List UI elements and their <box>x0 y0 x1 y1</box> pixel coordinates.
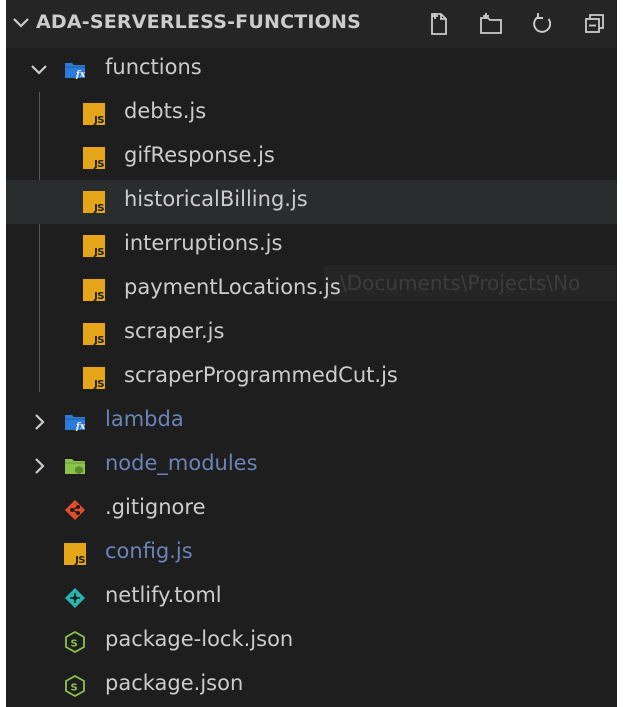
explorer-panel: ADA-SERVERLESS-FUNCTIONS fx functions JS… <box>6 0 617 707</box>
tree-item-label: package-lock.json <box>105 627 294 651</box>
tree-item-scraper-js[interactable]: JS scraper.js <box>6 312 617 356</box>
tree-item-label: functions <box>105 55 202 79</box>
tree-item-package-json[interactable]: S package.json <box>6 664 617 707</box>
tree-item-label: netlify.toml <box>105 583 222 607</box>
js-file-icon: JS <box>83 103 105 126</box>
netlify-icon <box>65 588 85 608</box>
tree-item-label: lambda <box>105 407 184 431</box>
tree-item-label: interruptions.js <box>124 231 283 255</box>
tree-item-gifresponse-js[interactable]: JS gifResponse.js <box>6 136 617 180</box>
refresh-icon <box>533 13 552 33</box>
js-file-icon: JS <box>83 147 105 170</box>
tree-item-label: .gitignore <box>105 495 206 519</box>
chevron-down-icon[interactable] <box>28 59 50 81</box>
svg-text:S: S <box>71 683 78 694</box>
tree-item-paymentlocations-js[interactable]: JS paymentLocations.js <box>6 268 341 312</box>
node-modules-folder-icon <box>65 459 85 474</box>
new-file-icon <box>431 13 447 35</box>
tree-item-label: node_modules <box>105 451 258 475</box>
explorer-header[interactable]: ADA-SERVERLESS-FUNCTIONS <box>6 0 617 48</box>
tree-item-package-lock-json[interactable]: S package-lock.json <box>6 620 617 664</box>
tree-item-netlify-toml[interactable]: netlify.toml <box>6 576 617 620</box>
functions-folder-icon: fx <box>65 63 86 80</box>
explorer-actions <box>423 7 617 41</box>
tree-item-label: scraper.js <box>124 319 225 343</box>
tree-item-label: config.js <box>105 539 193 563</box>
chevron-right-icon[interactable] <box>28 455 50 477</box>
js-file-icon: JS <box>83 279 105 302</box>
tree-item-lambda[interactable]: fx lambda <box>6 400 617 444</box>
js-file-icon: JS <box>83 191 105 214</box>
tree-item-config-js[interactable]: JS config.js <box>6 532 617 576</box>
svg-text:S: S <box>71 639 78 650</box>
new-file-button[interactable] <box>423 7 455 41</box>
collapse-all-icon <box>585 14 604 33</box>
tree-item-debts-js[interactable]: JS debts.js <box>6 92 617 136</box>
refresh-button[interactable] <box>527 7 559 41</box>
tree-item-scraperprogrammedcut-js[interactable]: JS scraperProgrammedCut.js <box>6 356 617 400</box>
svg-text:fx: fx <box>75 422 86 432</box>
collapse-all-button[interactable] <box>579 7 611 41</box>
new-folder-icon <box>480 13 502 34</box>
js-file-icon: JS <box>83 235 105 258</box>
js-file-icon: JS <box>64 543 86 566</box>
lambda-folder-icon: fx <box>65 415 86 432</box>
tree-item-label: gifResponse.js <box>124 143 275 167</box>
tree-item-historicalbilling-js[interactable]: JS historicalBilling.js <box>6 180 617 224</box>
tree-item-label: scraperProgrammedCut.js <box>124 363 398 387</box>
tree-item-gitignore[interactable]: .gitignore <box>6 488 617 532</box>
chevron-right-icon[interactable] <box>28 411 50 433</box>
nodejs-icon: S <box>65 631 85 653</box>
tree-item-label: paymentLocations.js <box>124 275 341 299</box>
js-file-icon: JS <box>83 323 105 346</box>
svg-text:fx: fx <box>75 70 86 80</box>
js-file-icon: JS <box>83 367 105 390</box>
tree-item-interruptions-js[interactable]: JS interruptions.js <box>6 224 617 268</box>
hover-path-tooltip: \Documents\Projects\No <box>324 265 617 301</box>
tree-item-label: historicalBilling.js <box>124 187 308 211</box>
explorer-title: ADA-SERVERLESS-FUNCTIONS <box>36 11 361 33</box>
new-folder-button[interactable] <box>475 7 507 41</box>
tree-item-functions[interactable]: fx functions <box>6 48 617 92</box>
tree-item-label: debts.js <box>124 99 207 123</box>
git-icon <box>65 500 85 520</box>
nodejs-icon: S <box>65 675 85 697</box>
tree-item-node-modules[interactable]: node_modules <box>6 444 617 488</box>
tree-item-label: package.json <box>105 671 244 695</box>
chevron-down-icon[interactable] <box>10 12 32 34</box>
